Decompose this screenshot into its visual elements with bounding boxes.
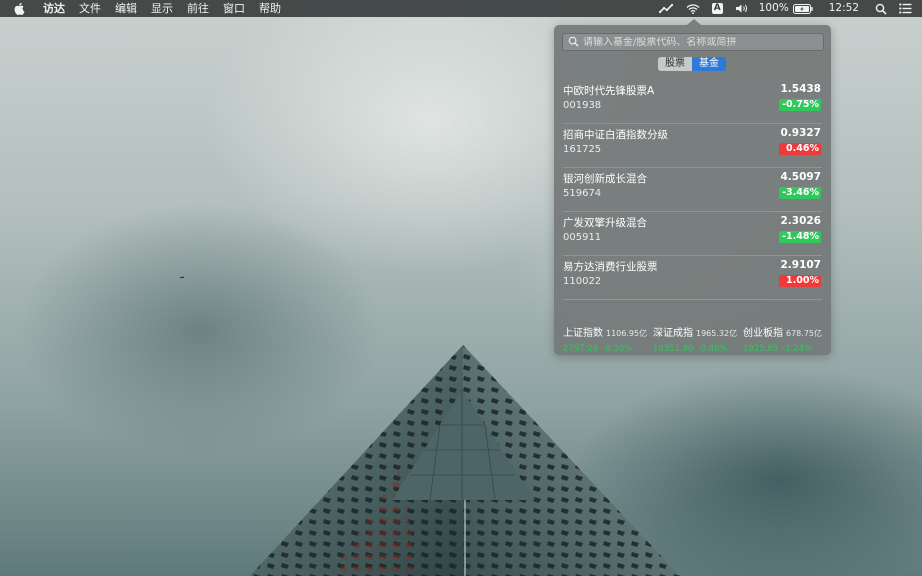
fund-change-badge: -0.75%	[779, 99, 821, 111]
fund-row[interactable]: 广发双擎升级混合 005911 2.3026 -1.48%	[563, 212, 822, 256]
menu-file[interactable]: 文件	[72, 0, 108, 17]
menu-help[interactable]: 帮助	[252, 0, 288, 17]
apple-logo-icon[interactable]	[13, 2, 27, 16]
search-icon	[568, 36, 580, 48]
index-change: -1.24%	[782, 344, 813, 354]
notification-center-icon[interactable]	[893, 0, 922, 17]
search-input[interactable]	[583, 36, 823, 48]
index-chinext[interactable]: 创业板指 678.75亿 1925.65 -1.24%	[743, 321, 822, 354]
index-name: 上证指数	[563, 328, 603, 339]
fund-watch-popover: 股票 基金 中欧时代先锋股票A 001938 1.5438 -0.75% 招商中…	[554, 19, 831, 355]
menu-window[interactable]: 窗口	[216, 0, 252, 17]
tab-stock[interactable]: 股票	[658, 57, 692, 71]
fund-price: 1.5438	[780, 83, 821, 95]
fund-price: 4.5097	[780, 171, 821, 183]
fund-code: 110022	[563, 276, 602, 287]
spotlight-search-icon[interactable]	[869, 0, 893, 17]
stock-trend-icon[interactable]	[653, 0, 680, 17]
fund-code: 005911	[563, 232, 602, 243]
stock-fund-segmented-control: 股票 基金	[658, 57, 726, 71]
index-shenzhen[interactable]: 深证成指 1965.32亿 10351.80 -0.46%	[653, 321, 737, 354]
input-method-icon[interactable]: A	[706, 0, 729, 17]
fund-change-badge: 0.46%	[779, 143, 821, 155]
fund-code: 161725	[563, 144, 602, 155]
menu-view[interactable]: 显示	[144, 0, 180, 17]
fund-row[interactable]: 中欧时代先锋股票A 001938 1.5438 -0.75%	[563, 80, 822, 124]
battery-charging-icon[interactable]	[792, 0, 819, 17]
menu-edit[interactable]: 编辑	[108, 0, 144, 17]
fund-price: 2.9107	[780, 259, 821, 271]
tab-fund[interactable]: 基金	[692, 57, 726, 71]
popover-arrow	[687, 19, 701, 25]
index-name: 创业板指	[743, 328, 783, 339]
market-index-bar: 上证指数 1106.95亿 2797.29 -0.30% 深证成指 1965.32亿 …	[563, 321, 822, 354]
fund-price: 0.9327	[780, 127, 821, 139]
fund-code: 519674	[563, 188, 602, 199]
search-bar[interactable]	[562, 33, 824, 51]
fund-name: 广发双擎升级混合	[563, 217, 647, 229]
menu-clock[interactable]: 12:52	[819, 0, 869, 17]
fund-name: 银河创新成长混合	[563, 173, 647, 185]
index-value: 1925.65	[743, 344, 779, 354]
menu-app-name[interactable]: 访达	[36, 0, 72, 17]
fund-row[interactable]: 招商中证白酒指数分级 161725 0.9327 0.46%	[563, 124, 822, 168]
index-value: 2797.29	[563, 344, 599, 354]
fund-change-badge: 1.00%	[779, 275, 821, 287]
index-volume: 1106.95亿	[606, 329, 648, 338]
wifi-icon[interactable]	[680, 0, 706, 17]
fund-change-badge: -3.46%	[779, 187, 821, 199]
input-method-label: A	[711, 3, 723, 14]
fund-list: 中欧时代先锋股票A 001938 1.5438 -0.75% 招商中证白酒指数分…	[554, 80, 831, 300]
fund-price: 2.3026	[780, 215, 821, 227]
fund-row[interactable]: 银河创新成长混合 519674 4.5097 -3.46%	[563, 168, 822, 212]
index-name: 深证成指	[653, 328, 693, 339]
fund-row[interactable]: 易方达消费行业股票 110022 2.9107 1.00%	[563, 256, 822, 300]
battery-percentage: 100%	[758, 2, 789, 14]
index-change: -0.30%	[602, 344, 633, 354]
fund-name: 易方达消费行业股票	[563, 261, 658, 273]
fund-name: 中欧时代先锋股票A	[563, 85, 655, 97]
index-shanghai[interactable]: 上证指数 1106.95亿 2797.29 -0.30%	[563, 321, 647, 354]
volume-icon[interactable]	[729, 0, 755, 17]
fund-code: 001938	[563, 100, 602, 111]
menu-bar: 访达 文件 编辑 显示 前往 窗口 帮助 A 100% 12:52	[0, 0, 922, 17]
menu-go[interactable]: 前往	[180, 0, 216, 17]
fund-name: 招商中证白酒指数分级	[563, 129, 668, 141]
fund-change-badge: -1.48%	[779, 231, 821, 243]
index-change: -0.46%	[697, 344, 728, 354]
index-volume: 678.75亿	[786, 329, 822, 338]
index-value: 10351.80	[653, 344, 694, 354]
index-volume: 1965.32亿	[696, 329, 738, 338]
